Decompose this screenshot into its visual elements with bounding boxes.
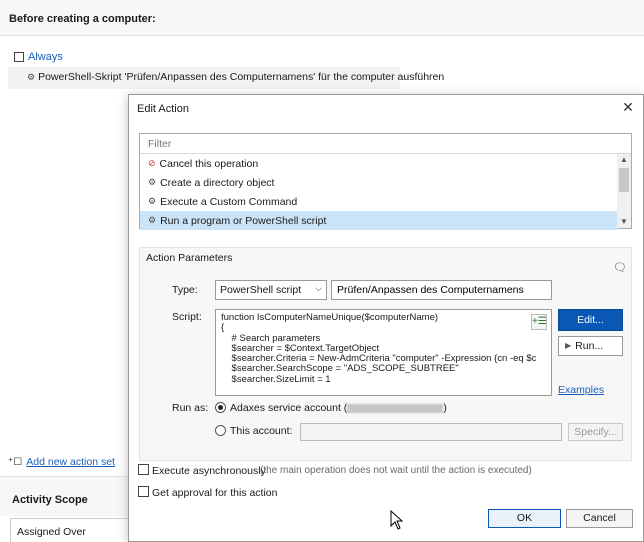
type-label: Type: xyxy=(172,284,198,296)
condition-checkbox[interactable] xyxy=(14,52,24,62)
condition-always[interactable]: Always xyxy=(14,51,63,63)
scroll-down-icon[interactable]: ▼ xyxy=(617,216,631,228)
type-select[interactable]: PowerShell script ⌵ xyxy=(215,280,327,300)
execute-async-label[interactable]: Execute asynchronously xyxy=(152,465,266,477)
dialog-title: Edit Action xyxy=(137,103,189,115)
chevron-down-icon: ⌵ xyxy=(315,283,322,293)
gear-icon: ⚙ xyxy=(148,215,157,225)
action-parameters-panel: Action Parameters 🗨 Type: PowerShell scr… xyxy=(139,247,632,461)
section-title: Before creating a computer: xyxy=(9,13,156,25)
cancel-button[interactable]: Cancel xyxy=(566,509,633,528)
list-item[interactable]: ⚙ Execute a Custom Command xyxy=(140,192,618,211)
condition-label[interactable]: Always xyxy=(28,51,63,63)
redacted-account xyxy=(347,403,444,413)
list-item-label: Run a program or PowerShell script xyxy=(160,214,327,227)
action-type-list: ⊘ Cancel this operation ⚙ Create a direc… xyxy=(139,133,632,230)
run-as-label: Run as: xyxy=(172,402,209,414)
list-item[interactable]: ⚙ Create a directory object xyxy=(140,173,618,192)
add-action-set[interactable]: ⁺☐ Add new action set xyxy=(8,456,115,468)
insert-value-icon[interactable]: +☰ xyxy=(531,314,547,330)
script-editor[interactable]: function IsComputerNameUnique($computerN… xyxy=(215,309,552,396)
run-button[interactable]: ▶ Run... xyxy=(558,336,623,356)
action-item-label: PowerShell-Skript 'Prüfen/Anpassen des C… xyxy=(38,71,445,83)
this-account-radio[interactable] xyxy=(215,425,226,436)
play-icon: ▶ xyxy=(565,341,572,350)
edit-action-dialog: Edit Action ✕ ⊘ Cancel this operation ⚙ … xyxy=(128,94,644,542)
script-label: Script: xyxy=(172,311,202,323)
approval-checkbox[interactable] xyxy=(138,486,149,497)
section-header: Before creating a computer: xyxy=(0,0,644,36)
list-item-label: Execute a Custom Command xyxy=(160,195,298,208)
gear-icon: ⚙ xyxy=(27,71,36,82)
service-account-label-text: Adaxes service account ( xyxy=(230,402,348,414)
script-line: $searcher.SizeLimit = 1 xyxy=(221,373,331,385)
script-line: function IsComputerNameUnique($computerN… xyxy=(221,312,439,323)
type-select-value: PowerShell script xyxy=(220,284,302,296)
execute-async-checkbox[interactable] xyxy=(138,464,149,475)
script-name-input[interactable] xyxy=(331,280,552,300)
stop-icon: ⊘ xyxy=(148,158,156,168)
ok-button[interactable]: OK xyxy=(488,509,561,528)
list-item-selected[interactable]: ⚙ Run a program or PowerShell script xyxy=(140,211,618,230)
add-icon: ⁺☐ xyxy=(8,456,23,468)
scroll-thumb[interactable] xyxy=(619,168,629,192)
mouse-cursor-icon xyxy=(390,510,404,530)
run-button-label: Run... xyxy=(575,340,604,352)
service-account-suffix: ) xyxy=(443,402,447,414)
approval-label[interactable]: Get approval for this action xyxy=(152,487,277,499)
account-field[interactable] xyxy=(300,423,562,441)
list-item-label: Create a directory object xyxy=(160,176,275,189)
list-item-label: Cancel this operation xyxy=(159,157,259,170)
comment-icon[interactable]: 🗨 xyxy=(613,262,627,274)
examples-link[interactable]: Examples xyxy=(558,384,604,396)
this-account-label[interactable]: This account: xyxy=(230,425,292,437)
scroll-up-icon[interactable]: ▲ xyxy=(617,154,631,166)
service-account-radio[interactable] xyxy=(215,402,226,413)
list-item[interactable]: ⊘ Cancel this operation xyxy=(140,154,618,173)
filter-input[interactable] xyxy=(140,134,631,154)
service-account-label[interactable]: Adaxes service account () xyxy=(230,402,447,414)
left-panel xyxy=(0,90,128,450)
activity-scope-title: Activity Scope xyxy=(12,494,88,506)
close-icon[interactable]: ✕ xyxy=(621,100,635,114)
gear-icon: ⚙ xyxy=(148,177,157,187)
edit-button[interactable]: Edit... xyxy=(558,309,623,331)
specify-button[interactable]: Specify... xyxy=(568,423,623,441)
action-parameters-title: Action Parameters xyxy=(146,252,233,264)
execute-async-note: (the main operation does not wait until … xyxy=(260,465,532,476)
add-action-set-link[interactable]: Add new action set xyxy=(26,456,115,468)
gear-icon: ⚙ xyxy=(148,196,157,206)
action-list-items: ⊘ Cancel this operation ⚙ Create a direc… xyxy=(140,154,618,230)
action-item[interactable]: ⚙ PowerShell-Skript 'Prüfen/Anpassen des… xyxy=(27,71,444,83)
assigned-over-column[interactable]: Assigned Over xyxy=(10,518,130,542)
